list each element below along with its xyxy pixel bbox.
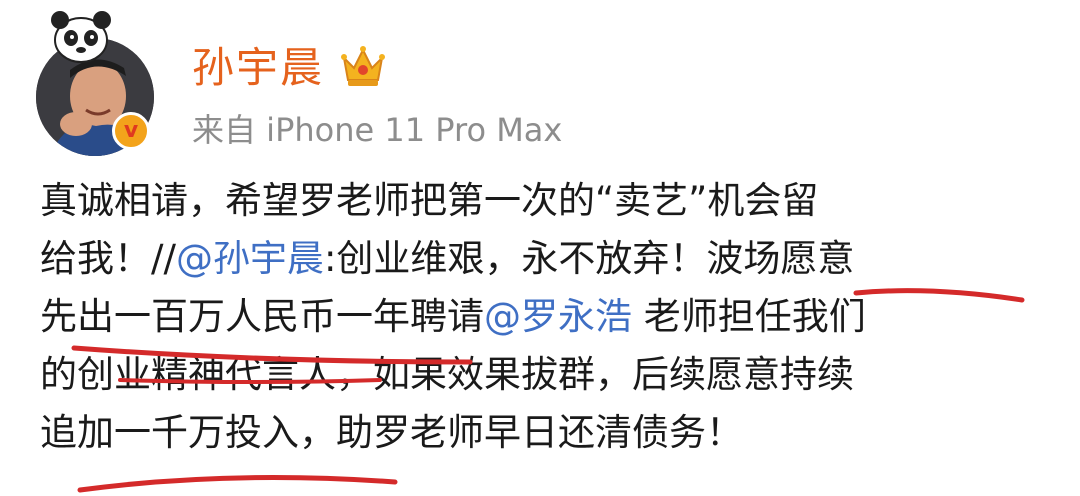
panda-sticker-icon [46, 6, 116, 66]
crown-icon[interactable] [340, 44, 386, 88]
post-line: 的创业精神代言人，如果效果拔群，后续愿意持续 [40, 346, 1050, 404]
post-text: 的创业精神代言人，如果效果拔群，后续愿意持续 [40, 353, 854, 396]
post-line: 追加一千万投入，助罗老师早日还清债务！ [40, 404, 1050, 462]
verified-badge-label: v [123, 118, 139, 143]
post-text: 老师担任我们 [632, 295, 866, 338]
post-line: 先出一百万人民币一年聘请@罗永浩 老师担任我们 [40, 288, 1050, 346]
post-source: 来自 iPhone 11 Pro Max [192, 111, 563, 149]
post-text: 真诚相请，希望罗老师把第一次的“卖艺”机会留 [40, 179, 819, 222]
author-name[interactable]: 孙宇晨 [192, 42, 324, 94]
post-line: 给我！//@孙宇晨:创业维艰，永不放弃！波场愿意 [40, 230, 1050, 288]
post-header: v 孙宇晨 来自 iPhone 11 Pro Max [0, 0, 1080, 170]
verified-badge-icon: v [112, 112, 150, 150]
post-text: 追加一千万投入，助罗老师早日还清债务！ [40, 411, 743, 454]
post-text: 先出一百万人民币一年聘请 [40, 295, 484, 338]
post-line: 真诚相请，希望罗老师把第一次的“卖艺”机会留 [40, 172, 1050, 230]
post-body: 真诚相请，希望罗老师把第一次的“卖艺”机会留 给我！//@孙宇晨:创业维艰，永不放… [40, 172, 1050, 462]
post-text: 给我！// [40, 237, 176, 280]
mention-link[interactable]: @孙宇晨 [176, 237, 324, 280]
post-text: :创业维艰，永不放弃！波场愿意 [323, 237, 855, 280]
underline-mark-4 [77, 475, 398, 493]
mention-link[interactable]: @罗永浩 [484, 295, 632, 338]
